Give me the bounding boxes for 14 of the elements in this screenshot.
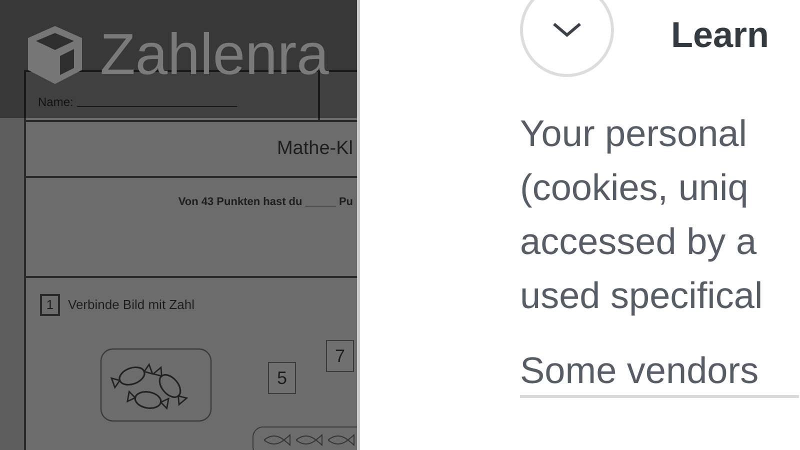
score-line: Von 43 Punkten hast du _____ Pu [178, 195, 353, 210]
task-number: 1 [40, 294, 60, 316]
task-instruction: Verbinde Bild mit Zahl [68, 296, 194, 314]
worksheet-title: Mathe-Kl [276, 136, 353, 161]
paragraph-line: (cookies, uniq [520, 166, 750, 210]
paragraph-line: accessed by a [520, 220, 758, 264]
paragraph-line: used specifical [520, 274, 764, 318]
paragraph-line: Your personal [520, 112, 748, 156]
chevron-down-icon [552, 22, 582, 38]
vendors-link[interactable]: Some vendors [520, 347, 799, 398]
number-card: 7 [326, 340, 354, 372]
section-heading: Learn [671, 13, 770, 57]
number-card: 5 [268, 362, 296, 394]
logo-text: Zahlenra [100, 24, 329, 86]
